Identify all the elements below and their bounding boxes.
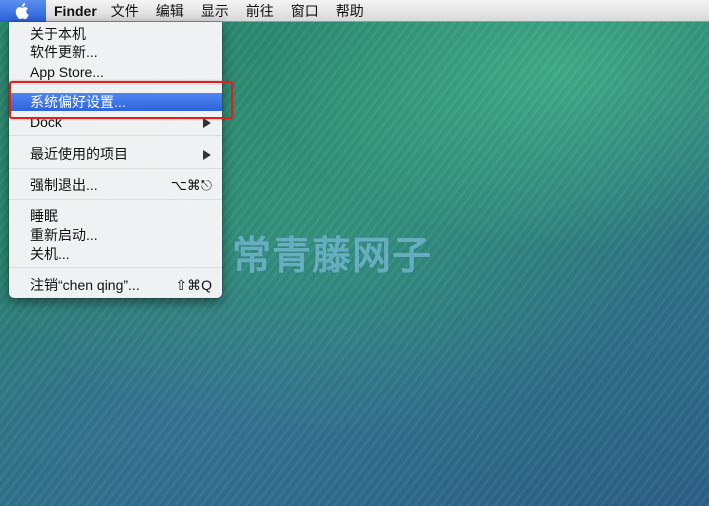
menu-finder[interactable]: Finder xyxy=(54,3,97,19)
apple-menu-dropdown: 关于本机 软件更新... App Store... 系统偏好设置... Dock… xyxy=(9,22,222,298)
menu-separator xyxy=(9,135,222,136)
submenu-arrow-icon xyxy=(203,150,211,160)
watermark-text: 常青藤网子 xyxy=(232,234,433,279)
menu-help[interactable]: 帮助 xyxy=(336,1,364,21)
menu-view[interactable]: 显示 xyxy=(201,1,229,21)
shortcut-label: ⌥⌘⎋ xyxy=(170,177,212,193)
menu-window[interactable]: 窗口 xyxy=(291,1,319,21)
shortcut-label: ⇧⌘Q xyxy=(175,277,212,293)
menu-go[interactable]: 前往 xyxy=(246,1,274,21)
submenu-arrow-icon xyxy=(203,118,211,128)
menu-item-label: 注销“chen qing”... xyxy=(30,277,140,293)
menu-item-app-store[interactable]: App Store... xyxy=(9,63,222,81)
apple-menu-button[interactable] xyxy=(0,0,46,22)
menu-item-label: 最近使用的项目 xyxy=(30,146,128,162)
menu-item-label: 关机... xyxy=(30,246,70,262)
menu-item-restart[interactable]: 重新启动... xyxy=(9,226,222,244)
menu-separator xyxy=(9,168,222,169)
menu-item-label: App Store... xyxy=(30,64,104,80)
menu-item-label: 睡眠 xyxy=(30,208,58,224)
menu-item-software-update[interactable]: 软件更新... xyxy=(9,43,222,61)
annotation-highlight-box xyxy=(9,81,233,119)
menu-item-label: 重新启动... xyxy=(30,227,98,243)
menu-item-sleep[interactable]: 睡眠 xyxy=(9,207,222,225)
menu-separator xyxy=(9,199,222,200)
menu-item-about[interactable]: 关于本机 xyxy=(9,25,222,43)
menu-item-label: 强制退出... xyxy=(30,177,98,193)
menu-item-recent-items[interactable]: 最近使用的项目 xyxy=(9,145,222,163)
menu-item-force-quit[interactable]: 强制退出... ⌥⌘⎋ xyxy=(9,176,222,194)
menu-item-shut-down[interactable]: 关机... xyxy=(9,245,222,263)
menu-edit[interactable]: 编辑 xyxy=(156,1,184,21)
menu-separator xyxy=(9,267,222,268)
menu-item-log-out[interactable]: 注销“chen qing”... ⇧⌘Q xyxy=(9,276,222,294)
menu-file[interactable]: 文件 xyxy=(111,1,139,21)
apple-icon xyxy=(15,2,29,19)
menu-item-label: 软件更新... xyxy=(30,44,98,60)
menu-item-label: 关于本机 xyxy=(30,26,86,42)
menu-bar: Finder 文件 编辑 显示 前往 窗口 帮助 xyxy=(0,0,709,22)
